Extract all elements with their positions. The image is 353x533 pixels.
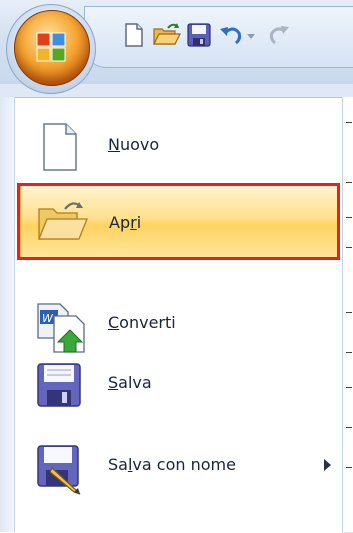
floppy-disk-icon [34, 360, 84, 410]
menu-item-save-as[interactable]: Salva con nome [20, 435, 338, 497]
strip-mark [346, 467, 352, 468]
strip-mark [346, 387, 352, 388]
quick-access-toolbar [84, 6, 353, 68]
strip-mark [346, 217, 352, 218]
strip-mark [346, 247, 352, 248]
save-icon[interactable] [185, 21, 213, 49]
title-bar [0, 0, 353, 94]
svg-text:W: W [42, 312, 54, 325]
strip-mark [346, 312, 352, 313]
menu-item-new[interactable]: Nuovo [20, 115, 338, 177]
undo-icon[interactable] [217, 21, 245, 49]
word-convert-icon: W [34, 300, 85, 353]
menu-item-convert[interactable]: W Converti [20, 293, 338, 355]
redo-icon[interactable] [265, 21, 293, 49]
strip-mark [346, 182, 352, 183]
blank-document-icon [34, 122, 84, 172]
open-folder-icon[interactable] [151, 21, 181, 49]
menu-item-label: Salva con nome [108, 455, 236, 474]
new-document-icon[interactable] [119, 21, 147, 49]
menu-item-label: Converti [108, 313, 176, 332]
submenu-arrow-icon[interactable] [324, 459, 331, 471]
office-button-icon[interactable] [14, 10, 90, 86]
floppy-pencil-icon [34, 442, 84, 495]
strip-mark [346, 352, 352, 353]
menu-gutter [0, 97, 15, 532]
strip-mark [346, 122, 352, 123]
annotation-highlight [17, 183, 340, 260]
menu-item-label: Salva [108, 373, 152, 392]
menu-item-save[interactable]: Salva [20, 353, 338, 415]
strip-mark [346, 427, 352, 428]
menu-item-label: Nuovo [108, 135, 160, 154]
recent-documents-strip [342, 97, 353, 532]
undo-dropdown-icon[interactable] [245, 21, 257, 49]
